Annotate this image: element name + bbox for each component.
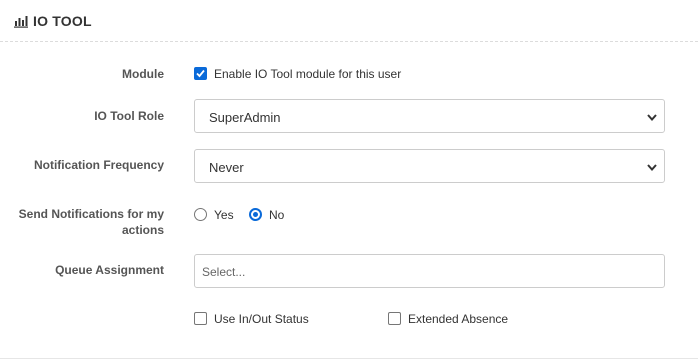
send-notifications-label: Send Notifications for my actions — [18, 207, 164, 237]
section-header: IO TOOL — [0, 0, 698, 42]
notify-no-label[interactable]: No — [269, 208, 284, 222]
frequency-label: Notification Frequency — [33, 158, 164, 172]
enable-module-label[interactable]: Enable IO Tool module for this user — [214, 67, 401, 81]
use-in-out-checkbox[interactable] — [194, 312, 207, 325]
frequency-select[interactable]: Never — [194, 149, 665, 183]
chevron-down-icon — [647, 114, 657, 122]
section-title: IO TOOL — [33, 13, 92, 29]
io-tool-panel: IO TOOL Module Enable IO Tool module for… — [0, 0, 698, 362]
frequency-select-value: Never — [209, 160, 244, 175]
extended-absence-label[interactable]: Extended Absence — [408, 312, 508, 326]
queue-assignment-placeholder: Select... — [202, 265, 246, 279]
use-in-out-label[interactable]: Use In/Out Status — [214, 312, 309, 326]
notify-yes-radio[interactable] — [194, 208, 207, 221]
role-select[interactable]: SuperAdmin — [194, 99, 665, 133]
role-label: IO Tool Role — [94, 109, 164, 123]
module-label: Module — [122, 67, 164, 81]
bottom-divider — [0, 358, 698, 359]
notify-no-radio[interactable] — [249, 208, 262, 221]
notify-yes-label[interactable]: Yes — [214, 208, 234, 222]
bar-chart-icon — [14, 16, 28, 28]
extended-absence-checkbox[interactable] — [388, 312, 401, 325]
chevron-down-icon — [647, 164, 657, 172]
role-select-value: SuperAdmin — [209, 110, 281, 125]
check-icon — [196, 69, 205, 78]
queue-label: Queue Assignment — [55, 263, 164, 277]
enable-module-checkbox[interactable] — [194, 67, 207, 80]
queue-assignment-input[interactable]: Select... — [194, 254, 665, 288]
